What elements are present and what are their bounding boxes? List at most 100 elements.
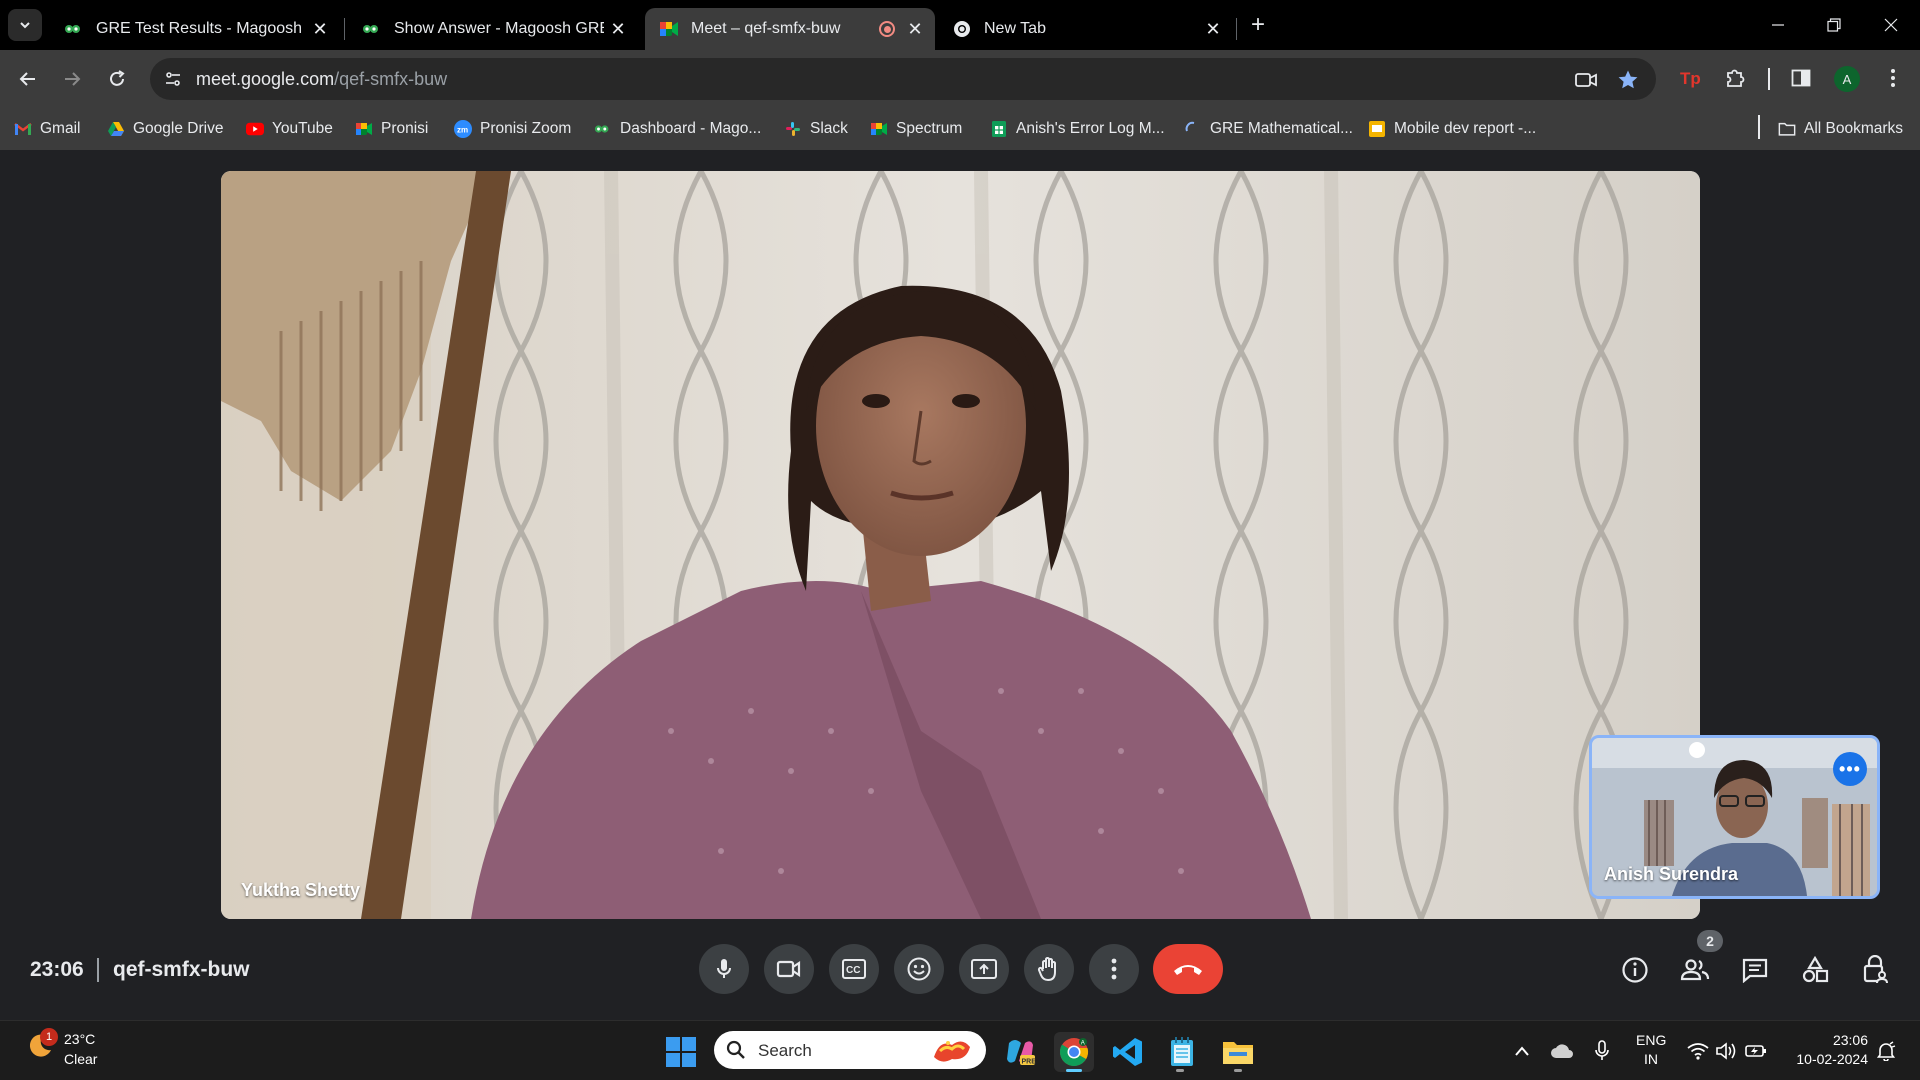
chat-button[interactable] [1739, 954, 1771, 986]
restore-button[interactable] [1819, 10, 1849, 40]
system-clock[interactable]: 23:06 10-02-2024 [1786, 1031, 1868, 1069]
more-options-icon[interactable]: ••• [1833, 752, 1867, 786]
tab-title: Meet – qef-smfx-buw [691, 20, 841, 37]
onedrive-icon[interactable] [1550, 1039, 1574, 1063]
wifi-icon[interactable] [1686, 1039, 1710, 1063]
google-meet-icon [355, 120, 373, 138]
host-controls-button[interactable] [1859, 954, 1891, 986]
all-bookmarks[interactable]: All Bookmarks [1778, 108, 1903, 150]
new-tab-button[interactable]: + [1244, 11, 1272, 39]
bookmark-mobile-dev-report[interactable]: Mobile dev report -... [1368, 108, 1536, 150]
captions-button[interactable]: CC [829, 944, 879, 994]
closed-captions-icon: CC [842, 959, 866, 979]
bookmark-gre-mathematical[interactable]: GRE Mathematical... [1184, 108, 1353, 150]
youtube-icon [246, 120, 264, 138]
side-panel-icon[interactable] [1786, 63, 1816, 93]
battery-charging-icon[interactable] [1744, 1039, 1768, 1063]
self-participant-name: Anish Surendra [1604, 864, 1739, 884]
bookmark-pronisi-zoom[interactable]: zm Pronisi Zoom [454, 108, 571, 150]
close-window-button[interactable] [1876, 10, 1906, 40]
taskbar-notepad[interactable] [1162, 1032, 1202, 1072]
bookmark-spectrum[interactable]: Spectrum [870, 108, 962, 150]
tab-divider [344, 18, 345, 40]
call-end-icon [1174, 965, 1202, 975]
restore-icon [1827, 18, 1841, 32]
chrome-icon: A [1059, 1038, 1089, 1066]
close-icon[interactable]: ✕ [1203, 19, 1223, 39]
camera-button[interactable] [764, 944, 814, 994]
back-button[interactable] [12, 63, 44, 95]
bookmark-error-log[interactable]: Anish's Error Log M... [990, 108, 1165, 150]
weather-condition[interactable]: Clear [64, 1051, 97, 1067]
address-bar[interactable]: meet.google.com/qef-smfx-buw [150, 58, 1656, 100]
hand-icon [1037, 957, 1056, 982]
camera-in-use-icon[interactable] [1574, 68, 1598, 92]
bookmark-slack[interactable]: Slack [784, 108, 848, 150]
forward-button[interactable] [56, 63, 88, 95]
taskbar-vscode[interactable] [1108, 1032, 1148, 1072]
tab-new-tab[interactable]: New Tab ✕ [938, 8, 1233, 50]
taskbar-search[interactable]: Search [714, 1031, 986, 1069]
url-text[interactable]: meet.google.com/qef-smfx-buw [196, 69, 447, 90]
self-video-tile[interactable]: ••• Anish Surendra [1589, 735, 1880, 899]
close-icon[interactable]: ✕ [608, 19, 628, 39]
leave-call-button[interactable] [1153, 944, 1223, 994]
bookmark-google-drive[interactable]: Google Drive [107, 108, 223, 150]
close-icon[interactable]: ✕ [905, 19, 925, 39]
raise-hand-button[interactable] [1024, 944, 1074, 994]
info-icon [1622, 957, 1648, 983]
close-icon[interactable]: ✕ [310, 19, 330, 39]
extensions-puzzle-icon[interactable] [1720, 63, 1750, 93]
more-vert-icon[interactable] [1878, 63, 1908, 93]
taskbar-chrome[interactable]: A [1054, 1032, 1094, 1072]
activities-button[interactable] [1799, 954, 1831, 986]
google-meet-icon [870, 120, 888, 138]
notification-center-button[interactable] [1874, 1039, 1898, 1063]
main-participant-name: Yuktha Shetty [241, 880, 361, 900]
profile-avatar[interactable]: A [1834, 66, 1860, 92]
bookmark-gmail[interactable]: Gmail [14, 108, 80, 150]
volume-icon[interactable] [1714, 1039, 1738, 1063]
url-host: meet.google.com [196, 69, 335, 89]
explorer-running-indicator [1234, 1069, 1242, 1072]
minimize-button[interactable] [1763, 10, 1793, 40]
bookmark-label: Dashboard - Mago... [620, 120, 762, 137]
bookmark-youtube[interactable]: YouTube [246, 108, 333, 150]
testprep-extension-icon[interactable]: Tp [1675, 63, 1705, 93]
google-meet-favicon-icon [659, 19, 679, 39]
present-screen-button[interactable] [959, 944, 1009, 994]
tab-title: Show Answer - Magoosh GRE [394, 20, 604, 37]
tab-show-answer[interactable]: Show Answer - Magoosh GRE ✕ [348, 8, 638, 50]
start-button[interactable] [661, 1032, 701, 1072]
tab-gre-test-results[interactable]: GRE Test Results - Magoosh GRE ✕ [50, 8, 340, 50]
tab-meet[interactable]: Meet – qef-smfx-buw ✕ [645, 8, 935, 50]
participant-video [221, 171, 1700, 919]
tab-search-button[interactable] [8, 9, 42, 41]
site-info-icon[interactable] [162, 68, 184, 90]
input-language-indicator[interactable]: ENG IN [1636, 1031, 1666, 1069]
reload-button[interactable] [101, 63, 133, 95]
more-options-button[interactable] [1089, 944, 1139, 994]
all-bookmarks-label: All Bookmarks [1804, 120, 1904, 137]
taskbar-file-explorer[interactable] [1218, 1032, 1258, 1072]
chevron-up-icon [1515, 1046, 1529, 1056]
reactions-button[interactable] [894, 944, 944, 994]
tab-divider [1236, 18, 1237, 40]
slack-icon [784, 120, 802, 138]
bookmark-dashboard-magoosh[interactable]: Dashboard - Mago... [594, 108, 761, 150]
main-video-tile[interactable]: Yuktha Shetty [221, 171, 1700, 919]
show-hidden-icons-button[interactable] [1510, 1039, 1534, 1063]
tab-title: New Tab [984, 20, 1046, 37]
people-button[interactable] [1679, 954, 1711, 986]
weather-temperature[interactable]: 23°C [64, 1031, 95, 1047]
magoosh-icon [594, 120, 612, 138]
microphone-button[interactable] [699, 944, 749, 994]
taskbar-copilot[interactable]: PRE [1000, 1032, 1040, 1072]
toolbar-divider [1768, 68, 1770, 90]
bookmark-pronisi[interactable]: Pronisi [355, 108, 428, 150]
meeting-details-button[interactable] [1619, 954, 1651, 986]
bookmark-label: Gmail [40, 120, 81, 137]
bookmark-star-icon[interactable] [1616, 68, 1640, 92]
microphone-in-use-icon[interactable] [1590, 1039, 1614, 1063]
people-count-badge: 2 [1697, 930, 1723, 952]
